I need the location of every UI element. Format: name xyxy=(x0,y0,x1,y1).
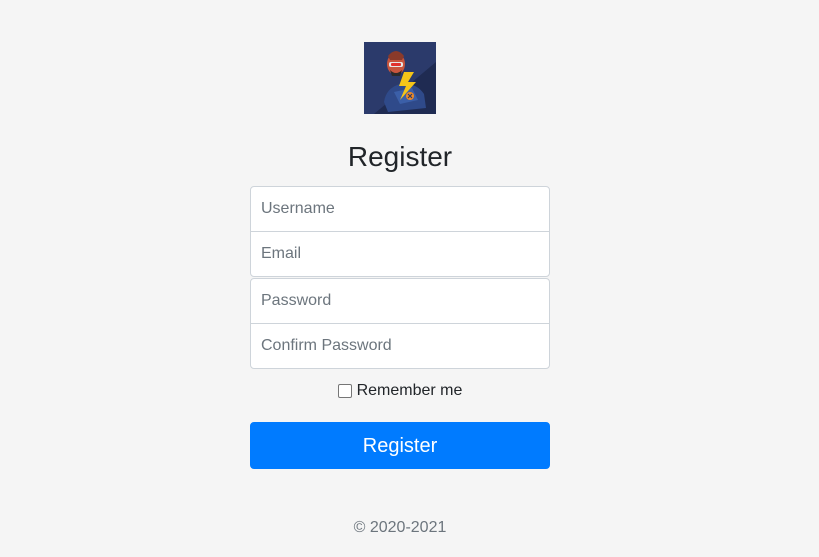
page-title: Register xyxy=(347,141,453,172)
fields-group xyxy=(250,186,550,369)
register-button[interactable]: Register xyxy=(250,422,550,469)
email-input[interactable] xyxy=(250,231,550,277)
remember-me-label[interactable]: Remember me xyxy=(357,382,463,400)
register-form: Register Remember me Register xyxy=(250,42,550,469)
remember-me-row: Remember me xyxy=(250,381,550,401)
register-page: Register Remember me Register © 2020-202… xyxy=(0,0,819,557)
logo-icon xyxy=(364,42,436,114)
username-input[interactable] xyxy=(250,186,550,232)
password-input[interactable] xyxy=(250,278,550,324)
copyright-text: © 2020-2021 xyxy=(353,519,447,536)
remember-me-checkbox[interactable] xyxy=(337,384,352,398)
confirm-password-input[interactable] xyxy=(250,323,550,369)
